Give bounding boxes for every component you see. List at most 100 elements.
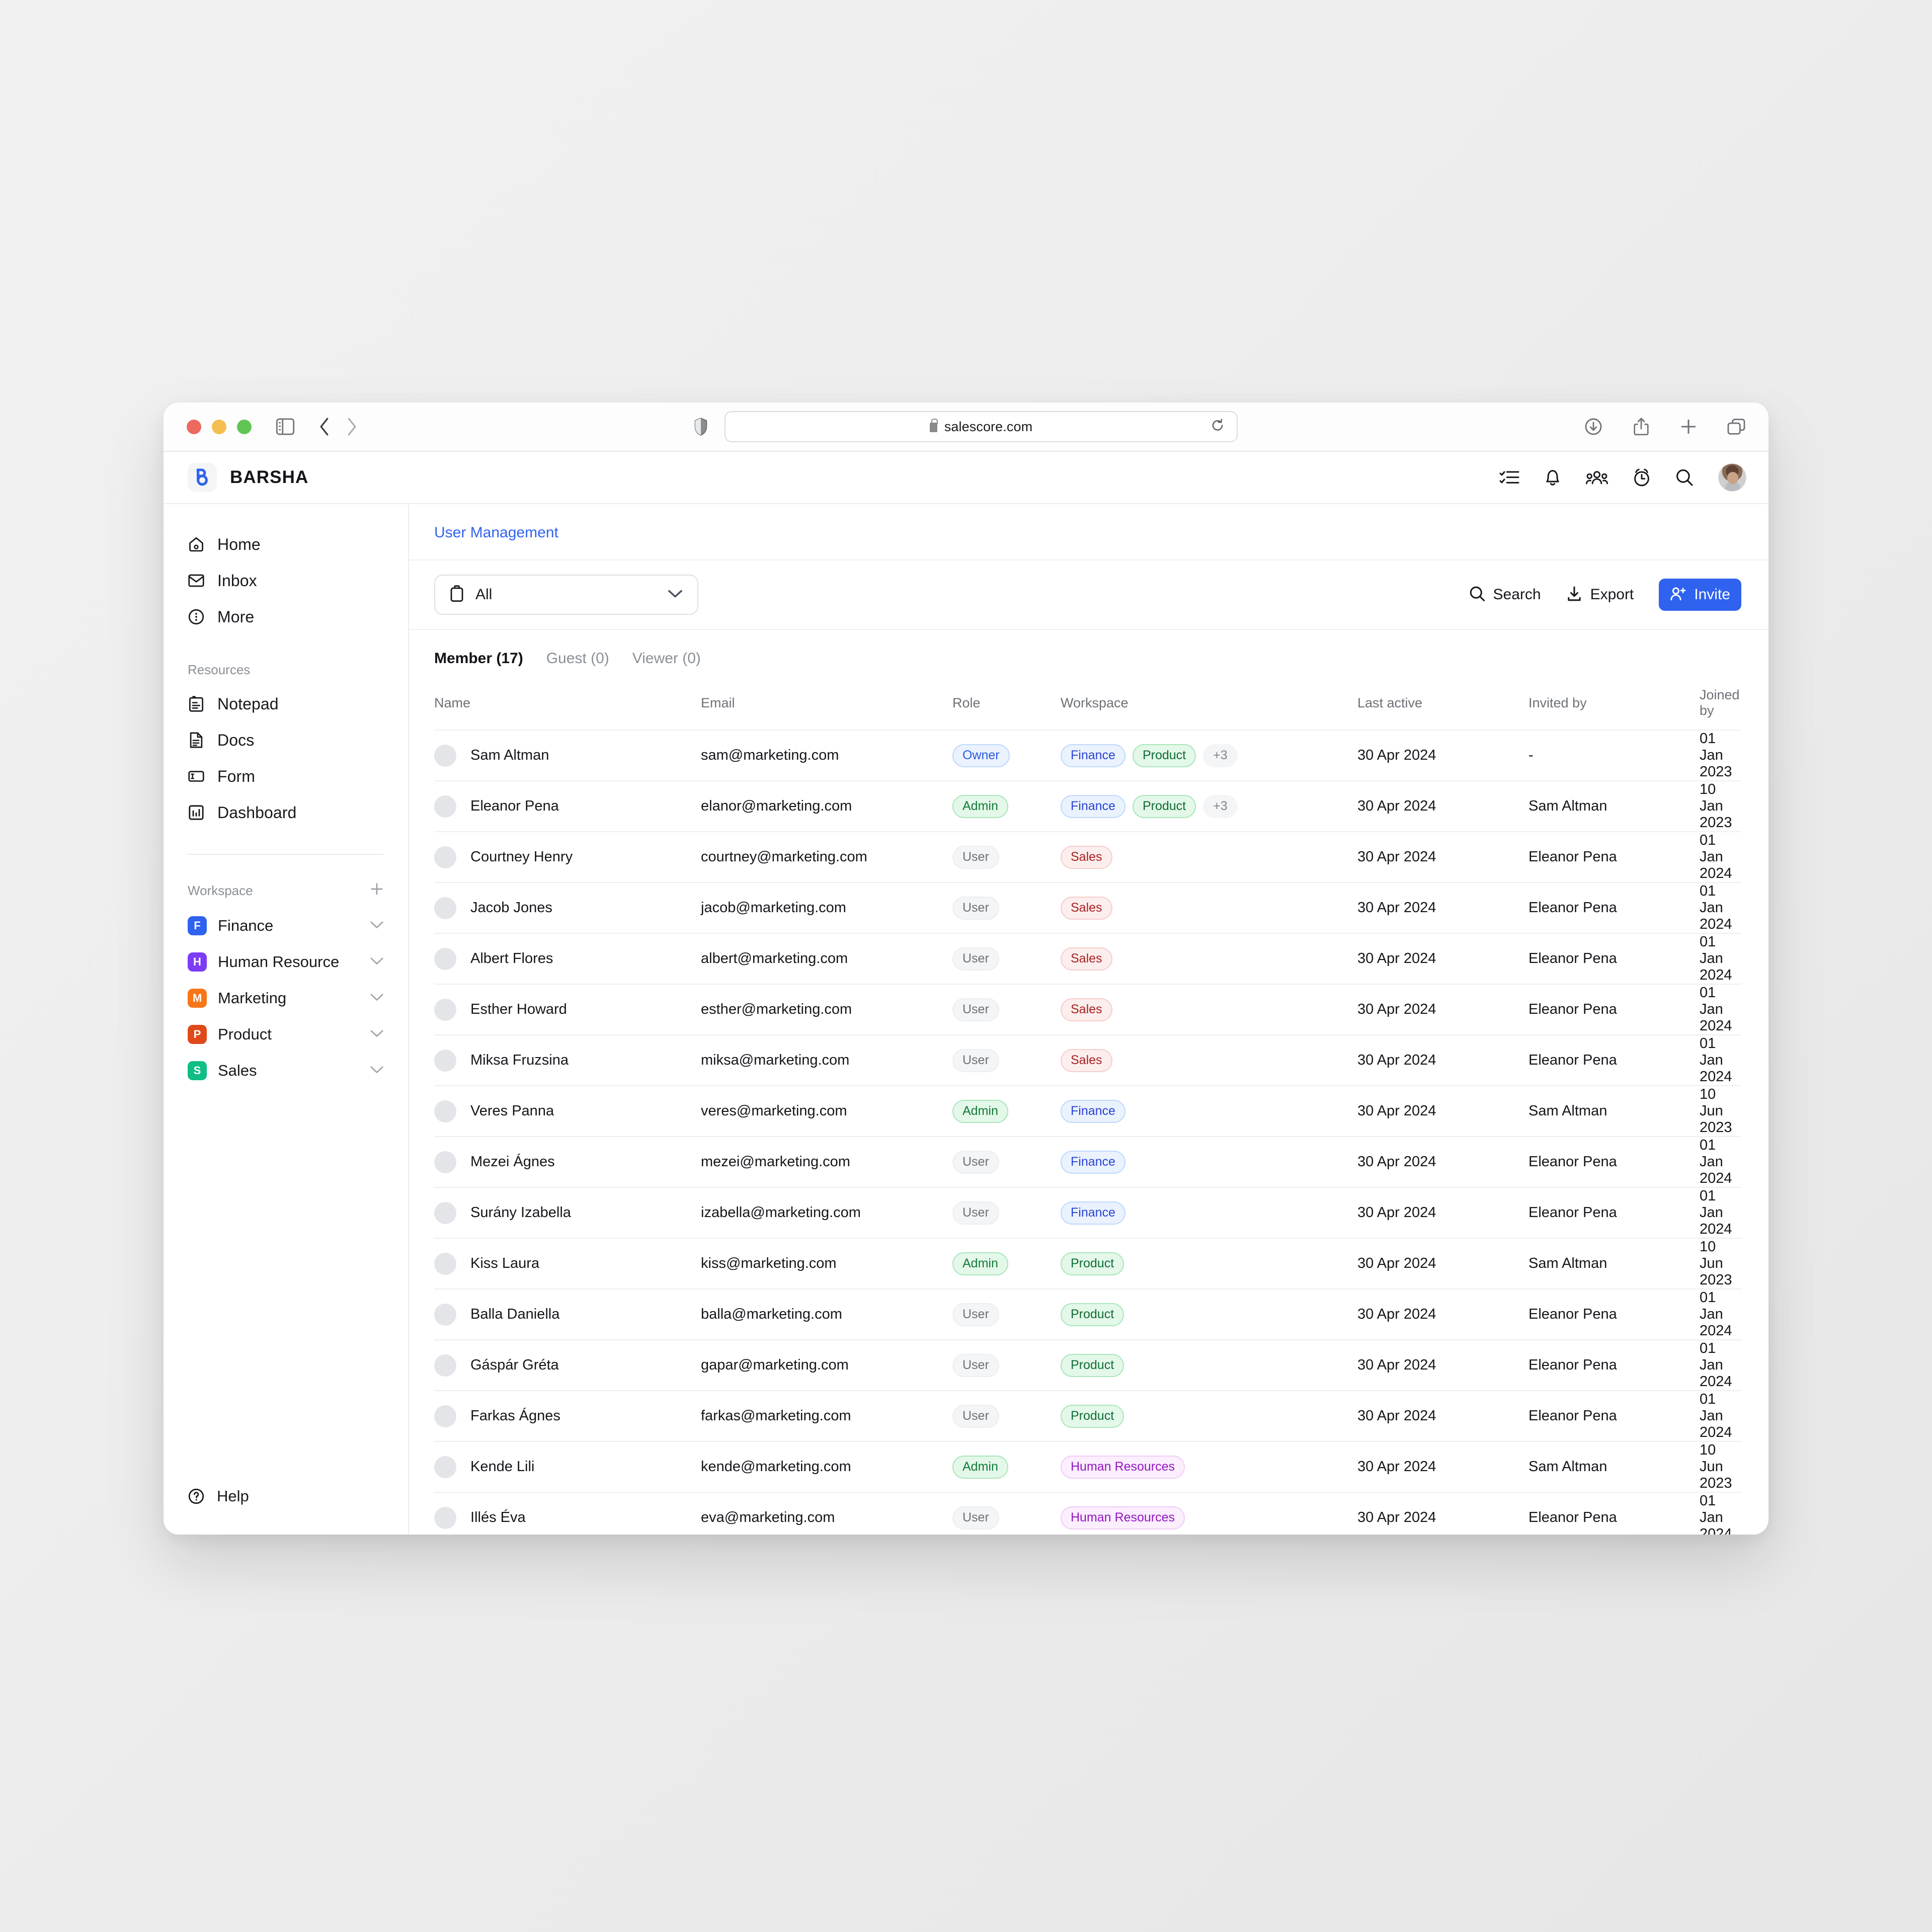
table-row[interactable]: Illés Éva eva@marketing.com User Human R… (434, 1492, 1741, 1535)
workspace-pill[interactable]: Finance (1061, 1151, 1125, 1174)
workspace-filter-select[interactable]: All (434, 575, 698, 615)
workspace-pill[interactable]: Product (1061, 1405, 1124, 1428)
search-icon[interactable] (1675, 468, 1694, 487)
workspace-pill[interactable]: Sales (1061, 998, 1112, 1021)
alarm-clock-icon[interactable] (1633, 468, 1651, 487)
workspace-pill[interactable]: Sales (1061, 846, 1112, 869)
shield-icon[interactable] (694, 417, 707, 436)
close-window-button[interactable] (187, 420, 201, 434)
sidebar-item-form[interactable]: Form (183, 758, 389, 794)
add-workspace-button[interactable] (370, 882, 384, 900)
role-badge[interactable]: User (952, 1354, 999, 1377)
chevron-right-icon[interactable] (345, 417, 357, 436)
sidebar-toggle-icon[interactable] (276, 418, 295, 435)
plus-icon[interactable] (1680, 418, 1697, 435)
workspace-pill[interactable]: Human Resources (1061, 1456, 1185, 1479)
workspace-pill[interactable]: Finance (1061, 744, 1125, 767)
role-badge[interactable]: User (952, 1151, 999, 1174)
breadcrumb-link[interactable]: User Management (434, 524, 558, 541)
workspace-pill[interactable]: Finance (1061, 795, 1125, 818)
table-row[interactable]: Balla Daniella balla@marketing.com User … (434, 1289, 1741, 1340)
sidebar-item-inbox[interactable]: Inbox (183, 562, 389, 599)
workspace-pill[interactable]: Product (1061, 1354, 1124, 1377)
role-badge[interactable]: User (952, 1201, 999, 1225)
workspace-pill[interactable]: Sales (1061, 947, 1112, 971)
chevron-down-icon[interactable] (370, 1065, 384, 1077)
workspace-pill[interactable]: Finance (1061, 1100, 1125, 1123)
workspace-overflow-pill[interactable]: +3 (1203, 744, 1238, 767)
address-bar[interactable]: salescore.com (725, 411, 1238, 442)
tab-viewer[interactable]: Viewer (0) (632, 650, 701, 667)
role-badge[interactable]: User (952, 947, 999, 971)
invite-button[interactable]: Invite (1659, 579, 1741, 611)
workspace-pill[interactable]: Product (1061, 1252, 1124, 1275)
sidebar-workspace-sales[interactable]: S Sales (164, 1053, 408, 1089)
user-avatar[interactable] (1718, 463, 1746, 492)
bell-icon[interactable] (1544, 468, 1561, 487)
sidebar-item-docs[interactable]: Docs (183, 722, 389, 758)
role-badge[interactable]: User (952, 1303, 999, 1326)
role-badge[interactable]: User (952, 1049, 999, 1072)
role-badge[interactable]: User (952, 998, 999, 1021)
workspace-pill[interactable]: Product (1133, 744, 1196, 767)
workspace-pill[interactable]: Sales (1061, 1049, 1112, 1072)
tab-guest[interactable]: Guest (0) (546, 650, 609, 667)
chevron-down-icon[interactable] (370, 956, 384, 968)
column-header-joined-by[interactable]: Joined by (1700, 684, 1741, 730)
table-row[interactable]: Eleanor Pena elanor@marketing.com Admin … (434, 781, 1741, 832)
export-button[interactable]: Export (1566, 586, 1634, 604)
help-button[interactable]: Help (188, 1487, 384, 1505)
download-icon[interactable] (1584, 418, 1602, 436)
sidebar-item-notepad[interactable]: Notepad (183, 686, 389, 722)
column-header-invited-by[interactable]: Invited by (1528, 684, 1700, 730)
table-row[interactable]: Courtney Henry courtney@marketing.com Us… (434, 832, 1741, 882)
minimize-window-button[interactable] (212, 420, 226, 434)
brand[interactable]: BARSHA (188, 463, 308, 492)
workspace-pill[interactable]: Finance (1061, 1201, 1125, 1225)
search-button[interactable]: Search (1469, 586, 1541, 604)
tab-overview-icon[interactable] (1727, 418, 1745, 435)
table-row[interactable]: Albert Flores albert@marketing.com User … (434, 933, 1741, 984)
chevron-left-icon[interactable] (319, 417, 331, 436)
table-row[interactable]: Esther Howard esther@marketing.com User … (434, 984, 1741, 1035)
sidebar-workspace-human-resource[interactable]: H Human Resource (164, 944, 408, 980)
role-badge[interactable]: User (952, 1405, 999, 1428)
sidebar-item-more[interactable]: More (183, 599, 389, 635)
sidebar-workspace-finance[interactable]: F Finance (164, 908, 408, 944)
table-row[interactable]: Sam Altman sam@marketing.com Owner Finan… (434, 730, 1741, 781)
column-header-role[interactable]: Role (952, 684, 1061, 730)
share-icon[interactable] (1633, 417, 1650, 436)
chevron-down-icon[interactable] (370, 920, 384, 932)
role-badge[interactable]: Admin (952, 795, 1008, 818)
column-header-last-active[interactable]: Last active (1357, 684, 1528, 730)
workspace-pill[interactable]: Product (1133, 795, 1196, 818)
table-row[interactable]: Surány Izabella izabella@marketing.com U… (434, 1187, 1741, 1238)
column-header-workspace[interactable]: Workspace (1061, 684, 1357, 730)
checklist-icon[interactable] (1499, 469, 1519, 486)
role-badge[interactable]: Admin (952, 1456, 1008, 1479)
sidebar-item-dashboard[interactable]: Dashboard (183, 794, 389, 831)
role-badge[interactable]: Owner (952, 744, 1010, 767)
table-row[interactable]: Mezei Ágnes mezei@marketing.com User Fin… (434, 1137, 1741, 1187)
role-badge[interactable]: Admin (952, 1252, 1008, 1275)
sidebar-workspace-product[interactable]: P Product (164, 1016, 408, 1053)
role-badge[interactable]: Admin (952, 1100, 1008, 1123)
table-row[interactable]: Kende Lili kende@marketing.com Admin Hum… (434, 1441, 1741, 1492)
maximize-window-button[interactable] (237, 420, 252, 434)
window-controls[interactable] (187, 420, 252, 434)
table-row[interactable]: Miksa Fruzsina miksa@marketing.com User … (434, 1035, 1741, 1086)
table-row[interactable]: Veres Panna veres@marketing.com Admin Fi… (434, 1086, 1741, 1137)
sidebar-item-home[interactable]: Home (183, 526, 389, 562)
workspace-overflow-pill[interactable]: +3 (1203, 795, 1238, 818)
chevron-down-icon[interactable] (370, 1029, 384, 1040)
tab-member[interactable]: Member (17) (434, 650, 523, 667)
role-badge[interactable]: User (952, 846, 999, 869)
reload-icon[interactable] (1211, 419, 1225, 435)
workspace-pill[interactable]: Sales (1061, 897, 1112, 920)
column-header-name[interactable]: Name (434, 684, 701, 730)
column-header-email[interactable]: Email (701, 684, 952, 730)
table-row[interactable]: Kiss Laura kiss@marketing.com Admin Prod… (434, 1238, 1741, 1289)
workspace-pill[interactable]: Human Resources (1061, 1506, 1185, 1530)
table-row[interactable]: Jacob Jones jacob@marketing.com User Sal… (434, 882, 1741, 933)
table-row[interactable]: Gáspár Gréta gapar@marketing.com User Pr… (434, 1340, 1741, 1391)
